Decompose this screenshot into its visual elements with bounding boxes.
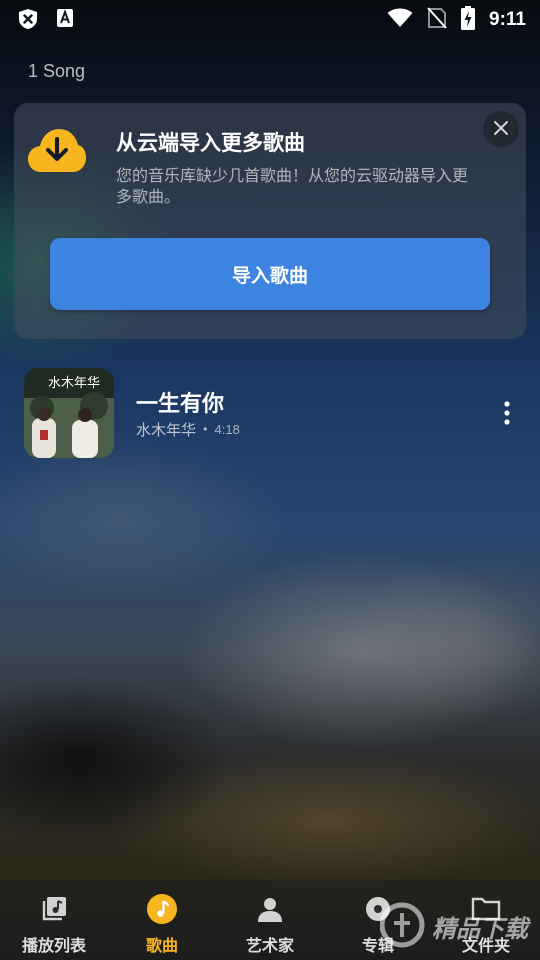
song-title: 一生有你: [136, 392, 225, 417]
more-vert-icon: [494, 401, 520, 432]
close-icon: [494, 120, 508, 139]
song-list-item[interactable]: 水木年华 一生有你 水木年华 • 4:18: [0, 364, 540, 464]
status-bar: 9:11: [0, 0, 540, 36]
album-art: 水木年华: [24, 368, 114, 458]
import-card: 从云端导入更多歌曲 您的音乐库缺少几首歌曲！从您的云驱动器导入更多歌曲。 导入歌…: [14, 103, 526, 339]
close-card-button[interactable]: [483, 111, 519, 147]
nav-item-songs[interactable]: 歌曲: [108, 880, 216, 960]
music-note-icon: [147, 894, 177, 928]
nav-item-artists[interactable]: 艺术家: [216, 880, 324, 960]
person-icon: [257, 896, 283, 926]
clock: 9:11: [489, 9, 526, 30]
close-box-icon: [18, 8, 38, 34]
import-songs-button[interactable]: 导入歌曲: [50, 238, 490, 310]
song-duration: 4:18: [214, 422, 240, 437]
song-more-button[interactable]: [494, 398, 520, 428]
cloud-download-icon: [28, 129, 86, 177]
nav-label: 歌曲: [145, 936, 178, 955]
wifi-icon: [387, 8, 413, 32]
watermark: 精品下载: [380, 893, 540, 953]
song-count: 1 Song: [28, 61, 86, 81]
battery-charging-icon: [461, 6, 476, 34]
nav-label: 艺术家: [245, 936, 294, 955]
album-title-text: 水木年华: [48, 376, 101, 391]
import-card-title: 从云端导入更多歌曲: [116, 131, 305, 155]
song-artist: 水木年华: [136, 421, 197, 439]
meta-separator: •: [202, 423, 209, 436]
playlist-icon: [41, 896, 67, 926]
nav-label: 播放列表: [21, 936, 86, 955]
font-a-icon: [56, 8, 74, 34]
import-card-description: 您的音乐库缺少几首歌曲！从您的云驱动器导入更多歌曲。: [116, 166, 469, 206]
watermark-text: 精品下载: [432, 915, 528, 943]
song-meta: 水木年华 • 4:18: [136, 419, 240, 440]
nav-item-playlists[interactable]: 播放列表: [0, 880, 108, 960]
no-sim-icon: [427, 7, 447, 33]
